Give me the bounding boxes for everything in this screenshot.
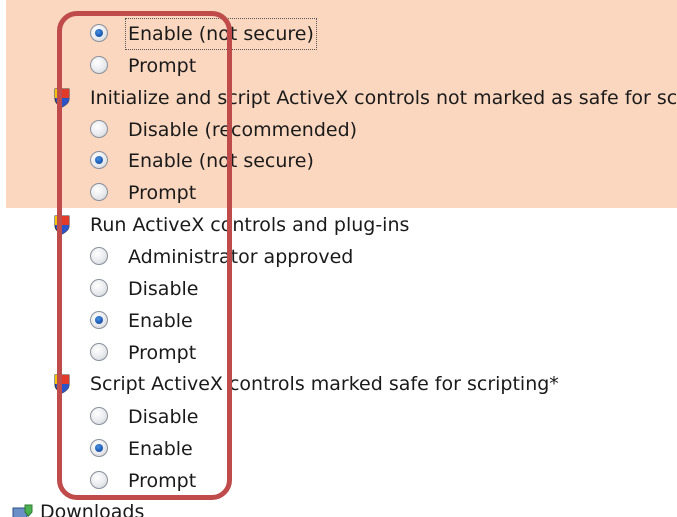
radio-button-checked[interactable] [90, 151, 108, 169]
radio-button[interactable] [90, 471, 108, 489]
shield-icon [54, 88, 70, 108]
radio-option-label: Enable (not secure) [128, 150, 314, 172]
radio-button-checked[interactable] [90, 24, 108, 42]
downloads-icon [12, 504, 33, 517]
group-title: Run ActiveX controls and plug-ins [90, 214, 410, 236]
shield-icon [54, 374, 70, 394]
radio-option-label: Prompt [128, 182, 197, 204]
radio-button[interactable] [90, 183, 108, 201]
radio-button[interactable] [90, 407, 108, 425]
radio-option-label: Enable [128, 310, 193, 332]
radio-option-label: Prompt [128, 55, 197, 77]
shield-icon [54, 215, 70, 235]
radio-option-label: Prompt [128, 342, 197, 364]
radio-button[interactable] [90, 56, 108, 74]
radio-button[interactable] [90, 120, 108, 138]
radio-button[interactable] [90, 279, 108, 297]
radio-option-label: Disable [128, 406, 199, 428]
radio-option-label: Administrator approved [128, 246, 354, 268]
radio-button[interactable] [90, 247, 108, 265]
radio-option-label: Disable (recommended) [128, 119, 358, 141]
radio-button-checked[interactable] [90, 439, 108, 457]
radio-button[interactable] [90, 343, 108, 361]
radio-button-checked[interactable] [90, 311, 108, 329]
security-settings-list: Enable (not secure) Prompt Initialize an… [0, 0, 677, 517]
radio-option-label: Prompt [128, 470, 197, 492]
group-title: Initialize and script ActiveX controls n… [90, 87, 677, 109]
radio-option-label: Disable [128, 278, 199, 300]
radio-option-label: Enable [128, 438, 193, 460]
group-title: Script ActiveX controls marked safe for … [90, 373, 559, 395]
radio-option-label: Enable (not secure) [125, 18, 317, 50]
category-downloads-label: Downloads [40, 501, 145, 517]
